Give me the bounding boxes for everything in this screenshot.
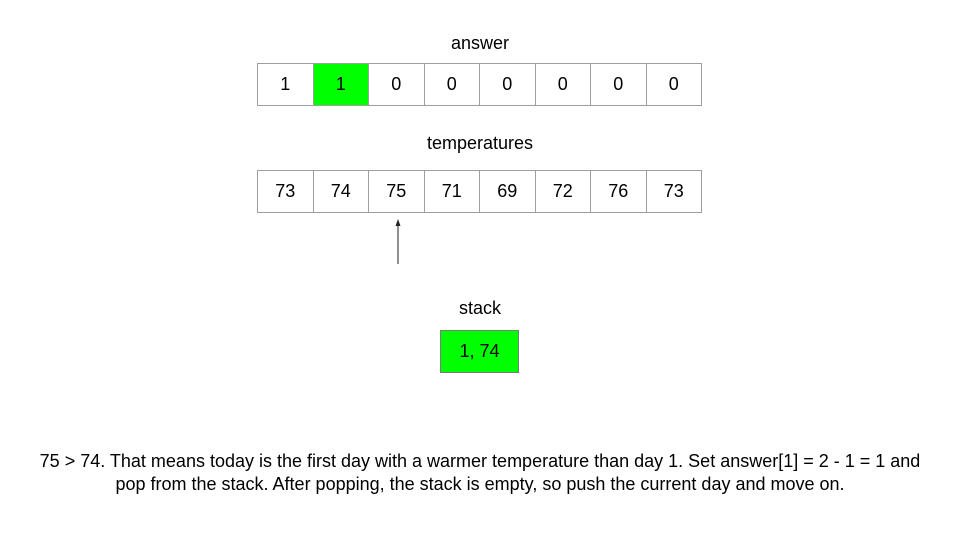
temperatures-array: 73 74 75 71 69 72 76 73 <box>257 170 702 213</box>
temperatures-cell: 71 <box>424 171 480 213</box>
explanation-text: 75 > 74. That means today is the first d… <box>0 450 960 496</box>
explanation-line-2: pop from the stack. After popping, the s… <box>115 474 845 494</box>
temperatures-cell: 74 <box>313 171 369 213</box>
temperatures-cell: 73 <box>646 171 702 213</box>
answer-cell: 0 <box>369 64 425 106</box>
stack-label: stack <box>458 298 501 318</box>
answer-cell: 0 <box>535 64 591 106</box>
answer-label: answer <box>450 33 510 53</box>
diagram-canvas: answer 11000000 temperatures 73 74 75 71 69 7… <box>0 0 960 540</box>
answer-cell: 0 <box>591 64 647 106</box>
answer-cell: 0 <box>480 64 536 106</box>
temperatures-label: temperatures <box>426 133 534 153</box>
answer-cell: 0 <box>646 64 702 106</box>
answer-cell: 0 <box>424 64 480 106</box>
answer-cell: 1 <box>313 64 369 106</box>
answer-cell: 1 <box>258 64 314 106</box>
stack-item: 1, 74 <box>440 330 519 373</box>
temperatures-cell: 75 <box>369 171 425 213</box>
explanation-line-1: 75 > 74. That means today is the first d… <box>39 451 921 471</box>
temperatures-cell: 72 <box>535 171 591 213</box>
temperatures-cell: 73 <box>258 171 314 213</box>
temperatures-cell: 76 <box>591 171 647 213</box>
temperatures-cell: 69 <box>480 171 536 213</box>
current-index-arrow-icon <box>395 219 401 264</box>
answer-array: 11000000 <box>257 63 702 106</box>
